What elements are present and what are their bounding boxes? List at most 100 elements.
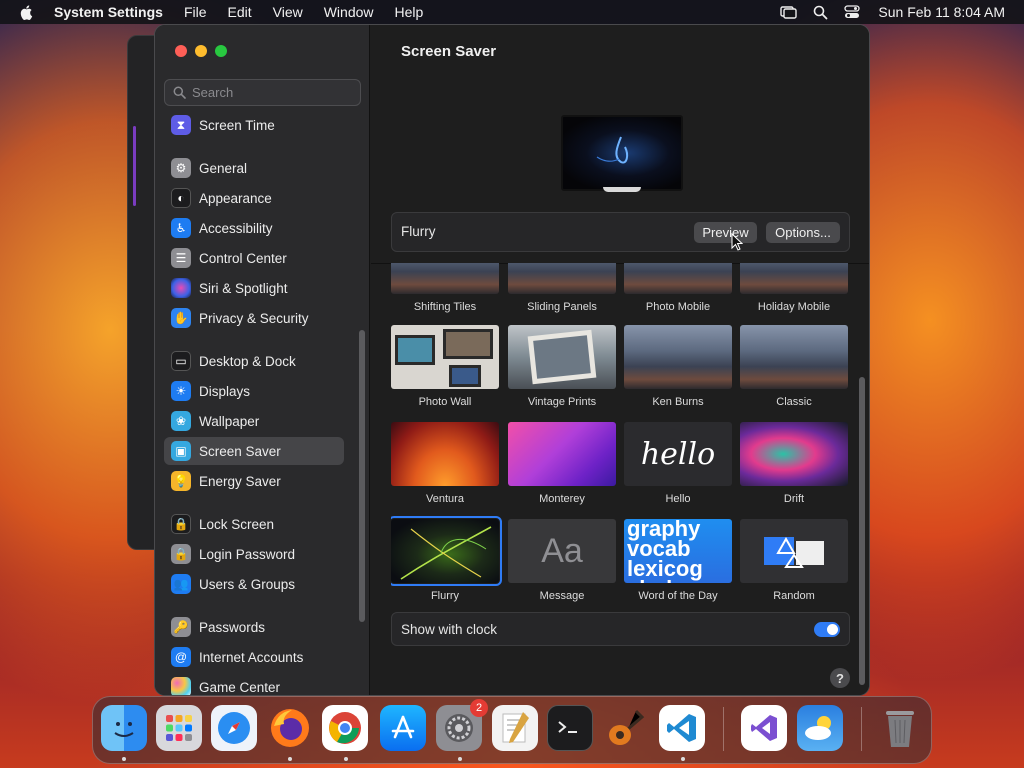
menu-window[interactable]: Window xyxy=(324,4,374,20)
saver-tile-message[interactable]: Aa Message xyxy=(508,519,616,602)
dock-weather[interactable] xyxy=(797,705,843,751)
dock-firefox[interactable] xyxy=(267,705,313,751)
saver-tile-ken-burns[interactable]: Ken Burns xyxy=(624,325,732,408)
saver-thumbnail: hello xyxy=(624,422,732,486)
minimize-button[interactable] xyxy=(195,45,207,57)
menu-help[interactable]: Help xyxy=(395,4,424,20)
saver-label: Random xyxy=(773,590,815,602)
dock-terminal[interactable] xyxy=(547,705,593,751)
sidebar-item-internet-accounts[interactable]: @ Internet Accounts xyxy=(164,643,344,671)
saver-tile-flurry[interactable]: Flurry xyxy=(391,516,502,602)
sidebar-scrollbar[interactable] xyxy=(359,330,365,622)
menu-bar: System Settings File Edit View Window He… xyxy=(0,0,1024,24)
menu-file[interactable]: File xyxy=(184,4,207,20)
saver-tile-drift[interactable]: Drift xyxy=(740,422,848,505)
spotlight-icon[interactable] xyxy=(813,5,828,20)
saver-label: Shifting Tiles xyxy=(413,301,477,313)
dock-finder[interactable] xyxy=(101,705,147,751)
saver-tile-holiday-mobile[interactable]: Holiday Mobile xyxy=(740,263,848,313)
saver-tile-sliding-panels[interactable]: Sliding Panels xyxy=(508,263,616,313)
sidebar-item-general[interactable]: ⚙ General xyxy=(164,154,344,182)
dock-textedit[interactable] xyxy=(492,705,538,751)
sidebar-item-login-password[interactable]: 🔒 Login Password xyxy=(164,540,344,568)
saver-tile-monterey[interactable]: Monterey xyxy=(508,422,616,505)
sidebar-item-appearance[interactable]: ◐ Appearance xyxy=(164,184,344,212)
saver-tile-ventura[interactable]: Ventura xyxy=(391,422,499,505)
sidebar: Search ⧗ Screen Time ⚙ General ◐ Appeara… xyxy=(155,25,370,695)
running-indicator xyxy=(458,757,462,761)
sidebar-item-wallpaper[interactable]: ❀ Wallpaper xyxy=(164,407,344,435)
dock-app-store[interactable] xyxy=(380,705,426,751)
saver-tile-photo-wall[interactable]: Photo Wall xyxy=(391,325,499,408)
saver-tile-hello[interactable]: hello Hello xyxy=(624,422,732,505)
shuffle-icon xyxy=(764,536,824,568)
message-thumbnail-text: Aa xyxy=(541,531,583,570)
saver-tile-shifting-tiles[interactable]: Shifting Tiles xyxy=(391,263,499,313)
dock-launchpad[interactable] xyxy=(156,705,202,751)
saver-label: Photo Mobile xyxy=(645,301,711,313)
sidebar-item-screen-saver[interactable]: ▣ Screen Saver xyxy=(164,437,344,465)
hello-thumbnail-text: hello xyxy=(640,436,716,472)
saver-label: Sliding Panels xyxy=(527,301,597,313)
chrome-icon xyxy=(329,712,361,744)
saver-label: Hello xyxy=(665,493,691,505)
sidebar-item-label: Privacy & Security xyxy=(199,310,309,326)
sidebar-item-lock-screen[interactable]: 🔒 Lock Screen xyxy=(164,510,344,538)
saver-thumbnail xyxy=(508,422,616,486)
saver-thumbnail xyxy=(391,422,499,486)
saver-tile-classic[interactable]: Classic xyxy=(740,325,848,408)
screen-mirroring-icon[interactable] xyxy=(780,5,798,19)
window-controls xyxy=(175,45,227,57)
dock-vscode[interactable] xyxy=(659,705,705,751)
sidebar-item-label: Login Password xyxy=(199,546,296,562)
sidebar-item-siri-spotlight[interactable]: Siri & Spotlight xyxy=(164,274,344,302)
menu-clock[interactable]: Sun Feb 11 8:04 AM xyxy=(878,4,1005,20)
menu-view[interactable]: View xyxy=(273,4,303,20)
show-with-clock-label: Show with clock xyxy=(401,622,498,637)
sidebar-item-control-center[interactable]: ☰ Control Center xyxy=(164,244,344,272)
options-button[interactable]: Options... xyxy=(766,222,840,243)
sidebar-item-screen-time[interactable]: ⧗ Screen Time xyxy=(164,111,344,139)
sidebar-item-users-groups[interactable]: 👥 Users & Groups xyxy=(164,570,344,598)
launchpad-icon xyxy=(166,715,192,741)
sun-icon: ☀ xyxy=(171,381,191,401)
sidebar-item-passwords[interactable]: 🔑 Passwords xyxy=(164,613,344,641)
menu-edit[interactable]: Edit xyxy=(228,4,252,20)
help-button[interactable]: ? xyxy=(830,668,850,688)
saver-thumbnail xyxy=(391,263,499,294)
sidebar-item-game-center[interactable]: Game Center xyxy=(164,673,344,695)
content-pane: Screen Saver Flurry Preview Options... S… xyxy=(371,25,869,695)
dock-chrome[interactable] xyxy=(322,705,368,751)
close-button[interactable] xyxy=(175,45,187,57)
dock-visual-studio[interactable] xyxy=(741,705,787,751)
sidebar-item-privacy-security[interactable]: ✋ Privacy & Security xyxy=(164,304,344,332)
sidebar-item-label: Passwords xyxy=(199,619,266,635)
dock-system-settings[interactable]: 2 xyxy=(436,699,488,751)
content-scrollbar[interactable] xyxy=(859,377,865,685)
siri-icon xyxy=(171,278,191,298)
menu-app-name[interactable]: System Settings xyxy=(54,4,163,20)
saver-tile-photo-mobile[interactable]: Photo Mobile xyxy=(624,263,732,313)
dock-trash[interactable] xyxy=(877,705,923,751)
dock-separator xyxy=(861,707,862,751)
search-field[interactable]: Search xyxy=(164,79,361,106)
saver-tile-vintage-prints[interactable]: Vintage Prints xyxy=(508,325,616,408)
sidebar-item-energy-saver[interactable]: 💡 Energy Saver xyxy=(164,467,344,495)
dock-safari[interactable] xyxy=(211,705,257,751)
sidebar-item-accessibility[interactable]: ♿ Accessibility xyxy=(164,214,344,242)
show-with-clock-toggle[interactable] xyxy=(814,622,840,637)
preview-button[interactable]: Preview xyxy=(694,222,757,243)
dock-garageband[interactable] xyxy=(603,705,649,751)
saver-thumbnail xyxy=(740,263,848,294)
apple-icon[interactable] xyxy=(19,4,35,20)
saver-tile-word-of-the-day[interactable]: graphy vocab lexicog abulary Word of the… xyxy=(624,519,732,602)
sidebar-item-displays[interactable]: ☀ Displays xyxy=(164,377,344,405)
sidebar-item-desktop-dock[interactable]: ▭ Desktop & Dock xyxy=(164,347,344,375)
saver-tile-random[interactable]: Random xyxy=(740,519,848,602)
guitar-icon xyxy=(609,709,645,745)
saver-thumbnail xyxy=(624,263,732,294)
zoom-button[interactable] xyxy=(215,45,227,57)
textedit-icon xyxy=(502,712,529,743)
control-center-icon[interactable] xyxy=(844,5,861,19)
trash-icon xyxy=(886,711,914,747)
